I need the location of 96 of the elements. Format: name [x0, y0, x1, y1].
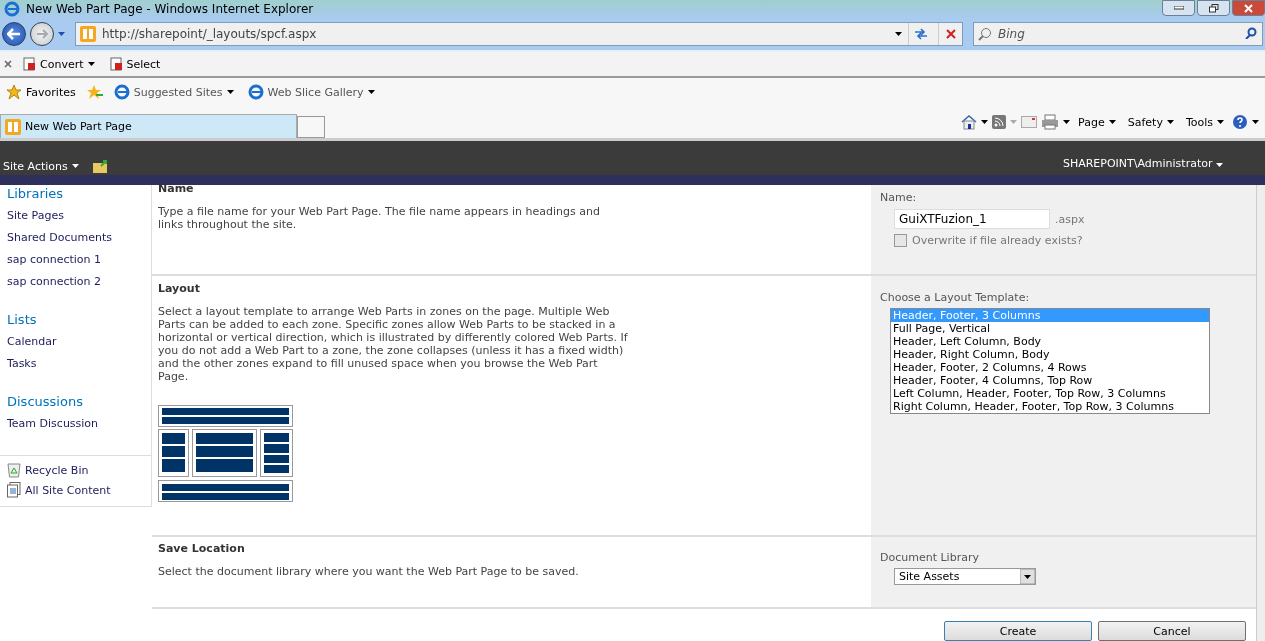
stop-icon: [945, 29, 956, 39]
back-button[interactable]: [2, 22, 26, 46]
home-icon: [961, 114, 978, 130]
help-icon: [1232, 114, 1248, 130]
star-icon: [6, 84, 22, 100]
nav-link[interactable]: Tasks: [0, 353, 151, 375]
magnifier-icon: [978, 27, 992, 41]
caret-icon: [895, 32, 902, 36]
documents-icon: [7, 482, 21, 498]
caret-icon: [981, 120, 989, 124]
section-heading: Name: [158, 182, 195, 195]
overwrite-checkbox[interactable]: [894, 234, 907, 247]
site-actions-menu[interactable]: Site Actions: [0, 157, 112, 175]
nav-heading[interactable]: Lists: [0, 311, 151, 331]
refresh-icon: [913, 28, 928, 40]
toolbar-menu[interactable]: Tools: [1181, 115, 1228, 129]
list-option[interactable]: Header, Footer, 2 Columns, 4 Rows: [891, 361, 1209, 375]
favorites-button[interactable]: Favorites: [2, 84, 80, 100]
field-label: Document Library: [880, 550, 980, 564]
forward-button[interactable]: [30, 22, 54, 46]
user-menu[interactable]: SHAREPOINT\Administrator: [1056, 155, 1229, 171]
caret-icon: [226, 90, 234, 94]
favorites-link[interactable]: Web Slice Gallery: [243, 84, 379, 100]
nav-link[interactable]: Calendar: [0, 331, 151, 353]
recycle-bin-icon: [7, 462, 21, 478]
section-heading: Layout: [158, 282, 201, 296]
extension-label: .aspx: [1055, 212, 1085, 226]
nav-link[interactable]: Site Pages: [0, 205, 151, 227]
field-label: Name:: [880, 191, 918, 204]
restore-icon: [1208, 3, 1219, 13]
close-icon: [4, 60, 12, 68]
nav-link[interactable]: Recycle Bin: [0, 460, 151, 480]
close-icon: [1244, 3, 1253, 13]
document-icon: [108, 57, 123, 71]
list-option[interactable]: Left Column, Header, Footer, Top Row, 3 Columns: [891, 387, 1209, 401]
toolbar-menu[interactable]: Safety: [1123, 115, 1178, 129]
search-icon[interactable]: [1245, 27, 1257, 39]
nav-link[interactable]: Shared Documents: [0, 227, 151, 249]
toolbar-button[interactable]: Convert: [18, 57, 99, 71]
caret-icon: [1217, 120, 1224, 124]
caret-icon: [367, 90, 375, 94]
form-button[interactable]: Cancel: [1098, 621, 1246, 641]
caret-icon: [71, 164, 79, 168]
restore-button[interactable]: [1197, 0, 1230, 16]
section-description: Select the document library where you want the Web Part Page to be saved.: [158, 564, 580, 578]
mail-icon: [1021, 116, 1038, 128]
list-option[interactable]: Header, Right Column, Body: [891, 348, 1209, 362]
forward-arrow-icon: [36, 29, 48, 39]
browser-logo-icon: [247, 84, 264, 100]
caret-icon: [1063, 120, 1071, 124]
file-name-input[interactable]: GuiXTFuzion_1: [894, 209, 1050, 229]
section-description: Type a file name for your Web Part Page. The file name appears in headings and links throughout the site.: [158, 205, 601, 231]
document-icon: [22, 57, 36, 71]
toolbar-menu[interactable]: Page: [1074, 115, 1120, 129]
section-heading: Save Location: [158, 541, 246, 555]
layout-template-list[interactable]: [890, 308, 1210, 415]
scrollbar[interactable]: [1256, 185, 1265, 641]
caret-icon: [1010, 120, 1018, 124]
caret-icon: [58, 32, 65, 36]
dropdown-arrow-icon: [1020, 568, 1035, 584]
feed-icon: [992, 115, 1007, 129]
nav-link[interactable]: sap connection 1: [0, 249, 151, 271]
folder-arrow-icon: [92, 159, 109, 173]
browser-logo-icon: [113, 84, 130, 100]
address-bar[interactable]: http://sharepoint/_layouts/spcf.aspx: [75, 22, 963, 46]
caret-icon: [87, 62, 95, 66]
list-option[interactable]: Header, Footer, 4 Columns, Top Row: [891, 374, 1209, 388]
close-button[interactable]: [1232, 0, 1265, 16]
nav-heading[interactable]: Discussions: [0, 393, 151, 413]
browser-logo-icon: [4, 1, 20, 17]
caret-icon: [1166, 120, 1174, 124]
favorites-link[interactable]: Suggested Sites: [109, 84, 238, 100]
library-dropdown[interactable]: Site Assets: [894, 567, 1036, 585]
caret-icon: [1108, 120, 1116, 124]
caret-icon: [1216, 162, 1223, 167]
list-option[interactable]: Header, Left Column, Body: [891, 335, 1209, 349]
field-label: Choose a Layout Template:: [880, 291, 1031, 305]
list-option[interactable]: Full Page, Vertical: [891, 322, 1209, 336]
section-description: Select a layout template to arrange Web Parts in zones on the page. Multiple Web Parts can be added to each zone. Specific zones allow Web Parts to be stacked in a horizontal or vertical direction, which is illustrated by differently colored Web Parts. If you do not add a Web Part to a zone, the zone collapses (unless it has a fixed width) and the other zones expand to fill unused space when you browse the Web Part Page.: [158, 305, 628, 384]
search-field[interactable]: Bing: [973, 22, 1263, 46]
printer-icon: [1041, 114, 1060, 130]
nav-heading[interactable]: Libraries: [0, 185, 151, 205]
list-option[interactable]: Right Column, Header, Footer, Top Row, 3 Columns: [891, 400, 1209, 414]
minimize-icon: [1173, 6, 1184, 10]
nav-link[interactable]: All Site Content: [0, 480, 151, 500]
new-tab-button[interactable]: [297, 116, 325, 138]
window-title: New Web Part Page - Windows Internet Explorer: [26, 2, 315, 16]
form-button[interactable]: Create: [944, 621, 1092, 641]
nav-link[interactable]: sap connection 2: [0, 271, 151, 293]
toolbar-button[interactable]: Select: [104, 57, 165, 71]
add-favorite-icon: [85, 84, 104, 100]
caret-icon: [1252, 120, 1259, 124]
checkbox-label: Overwrite if file already exists?: [912, 234, 1083, 247]
nav-link[interactable]: Team Discussion: [0, 413, 151, 435]
back-arrow-icon: [7, 28, 21, 40]
browser-tab[interactable]: New Web Part Page: [0, 114, 297, 138]
